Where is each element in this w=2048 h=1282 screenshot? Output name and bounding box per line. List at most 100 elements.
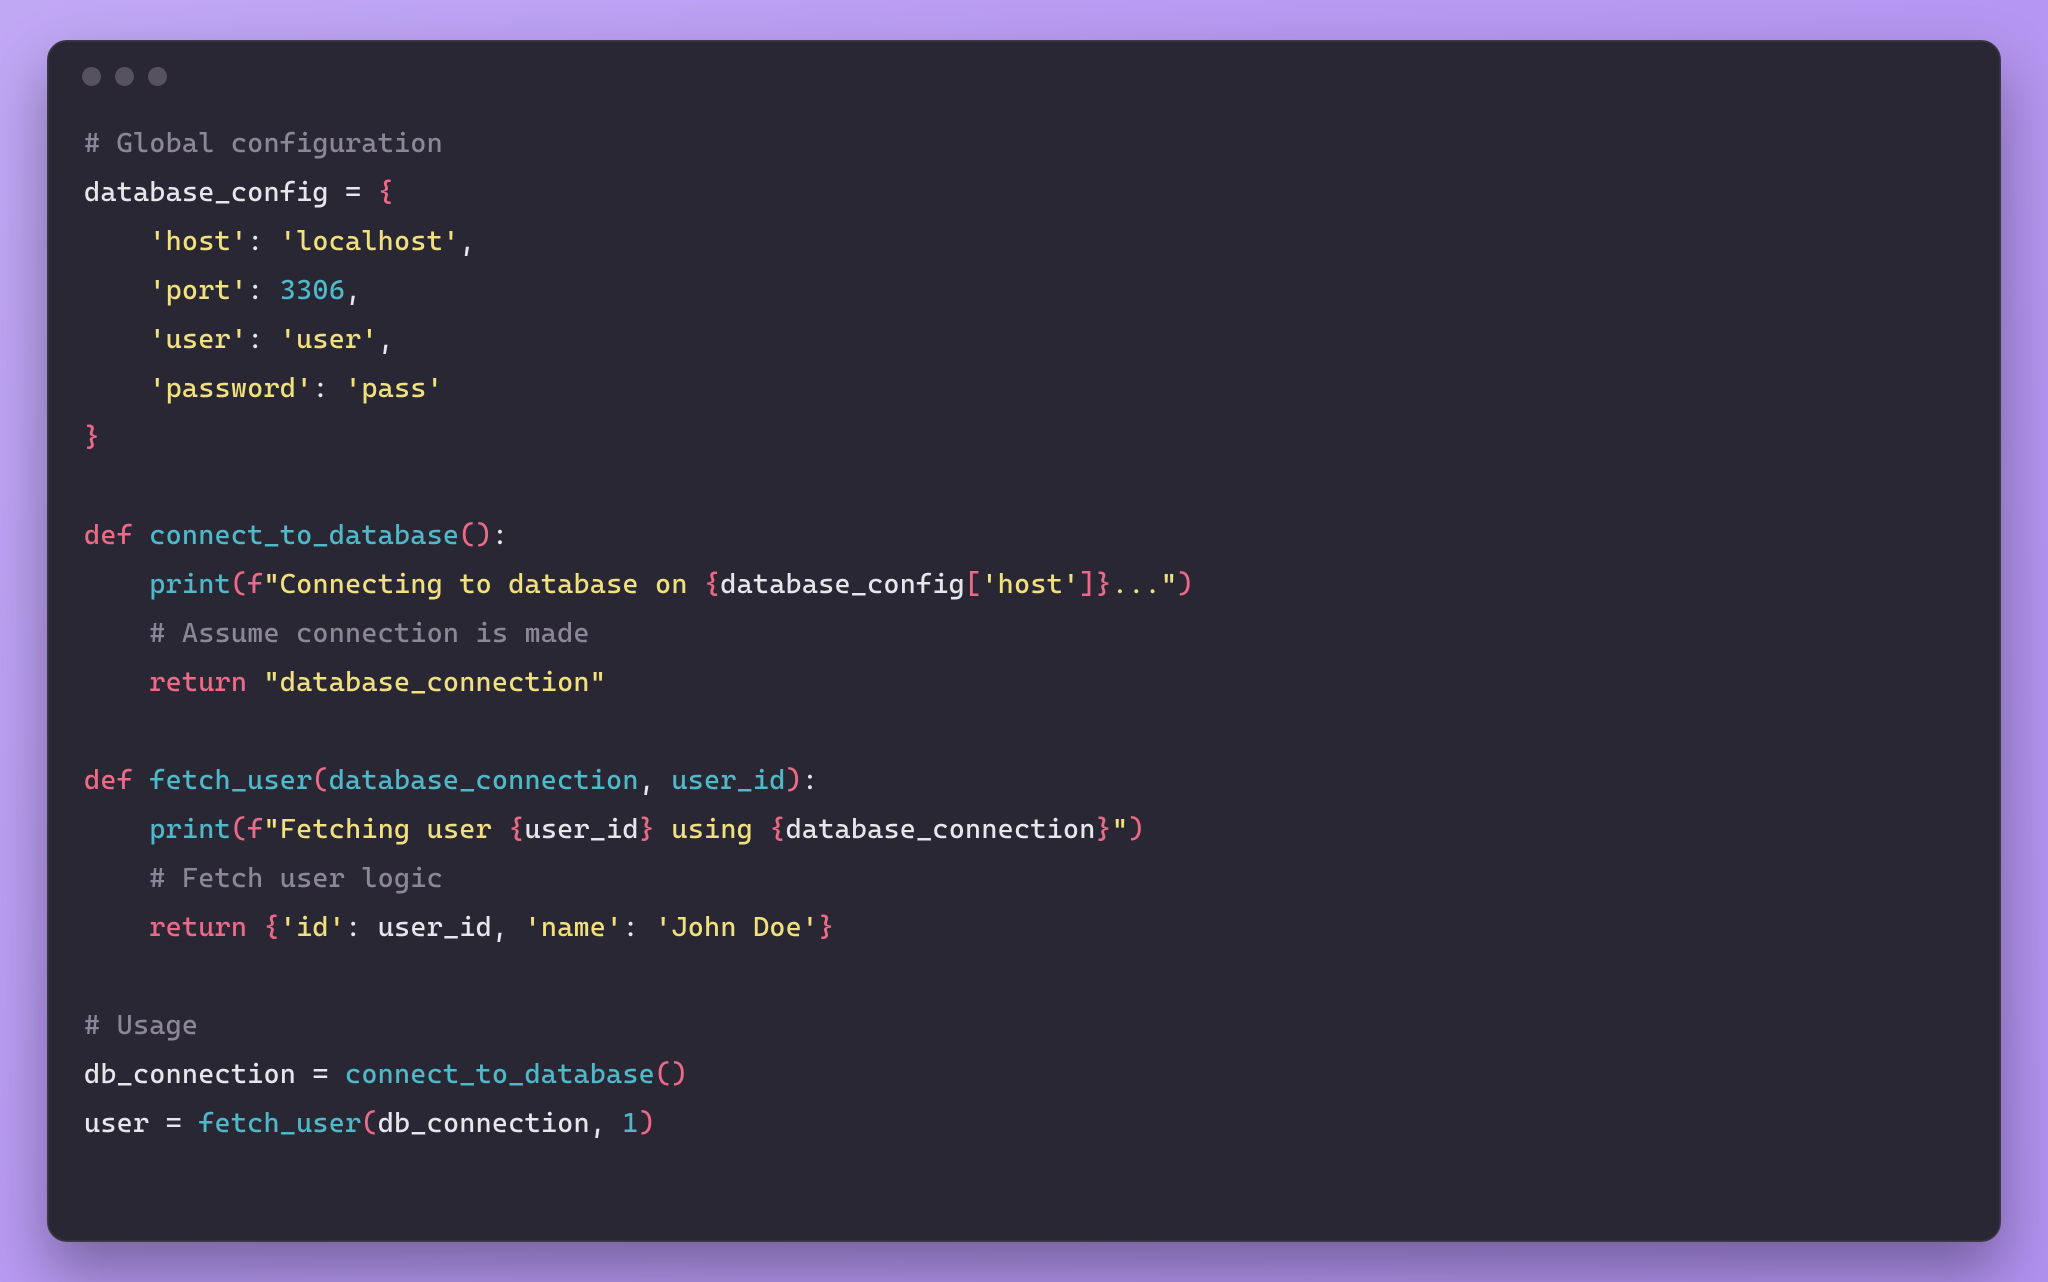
code-token: } [1096, 813, 1112, 845]
code-token: : [622, 911, 655, 943]
code-token: " [1112, 813, 1128, 845]
code-token: ( [231, 813, 247, 845]
code-token: connect_to_database [345, 1058, 655, 1090]
code-token [84, 372, 149, 404]
code-token: database_config [720, 568, 965, 600]
code-line: # Fetch user logic [84, 854, 1964, 903]
code-token [84, 911, 149, 943]
code-token: : [247, 323, 280, 355]
code-token: f [247, 813, 263, 845]
code-token: , [459, 225, 475, 257]
code-token: , [492, 911, 525, 943]
code-token: "Connecting to database on [264, 568, 704, 600]
code-token: : [247, 225, 280, 257]
code-token [84, 862, 149, 894]
code-token: ( [312, 764, 328, 796]
code-token: 'localhost' [280, 225, 459, 257]
code-token: database_config [84, 176, 345, 208]
code-token: return [149, 911, 263, 943]
code-token: db_connection [378, 1107, 590, 1139]
code-line: 'password': 'pass' [84, 364, 1964, 413]
code-token: fetch_user [198, 1107, 361, 1139]
code-token: : [247, 274, 280, 306]
close-icon[interactable] [82, 67, 101, 86]
code-token: print [149, 813, 231, 845]
code-line: database_config = { [84, 168, 1964, 217]
code-line: def fetch_user(database_connection, user… [84, 756, 1964, 805]
code-token: 'password' [149, 372, 312, 404]
code-token: 3306 [280, 274, 345, 306]
code-token: = [345, 176, 378, 208]
code-token: user_id [671, 764, 785, 796]
code-editor[interactable]: # Global configuration database_config = … [48, 111, 2000, 1241]
code-line [84, 952, 1964, 1001]
code-token: [ [965, 568, 981, 600]
code-token: = [166, 1107, 199, 1139]
code-token: 'port' [149, 274, 247, 306]
code-token: database_connection [786, 813, 1096, 845]
code-token: return [149, 666, 263, 698]
code-line: return "database_connection" [84, 658, 1964, 707]
code-token: db_connection [84, 1058, 312, 1090]
code-token: # Assume connection is made [149, 617, 589, 649]
code-token: 1 [622, 1107, 638, 1139]
code-token: 'name' [525, 911, 623, 943]
code-token: # Usage [84, 1009, 198, 1041]
code-token: using [655, 813, 769, 845]
code-token [84, 813, 149, 845]
code-token: user [84, 1107, 166, 1139]
code-token: , [639, 764, 672, 796]
code-token: : [492, 519, 508, 551]
code-line: def connect_to_database(): [84, 511, 1964, 560]
code-token [84, 666, 149, 698]
code-token: { [508, 813, 524, 845]
code-token: } [639, 813, 655, 845]
code-token: f [247, 568, 263, 600]
code-line [84, 462, 1964, 511]
code-token: () [655, 1058, 688, 1090]
code-token: ..." [1112, 568, 1177, 600]
code-token [84, 568, 149, 600]
code-token: 'user' [280, 323, 378, 355]
code-token: def [84, 764, 149, 796]
code-line: return {'id': user_id, 'name': 'John Doe… [84, 903, 1964, 952]
code-line: 'user': 'user', [84, 315, 1964, 364]
code-token: print [149, 568, 231, 600]
code-token [84, 225, 149, 257]
code-token: () [459, 519, 492, 551]
code-line: 'host': 'localhost', [84, 217, 1964, 266]
code-token: ) [639, 1107, 655, 1139]
code-token [84, 323, 149, 355]
code-token [84, 274, 149, 306]
code-token: ) [786, 764, 802, 796]
code-token: } [84, 421, 100, 453]
code-token: 'host' [981, 568, 1079, 600]
code-token: : [802, 764, 818, 796]
code-line: user = fetch_user(db_connection, 1) [84, 1099, 1964, 1148]
code-line: } [84, 413, 1964, 462]
code-line: 'port': 3306, [84, 266, 1964, 315]
code-token: 'host' [149, 225, 247, 257]
code-token: } [1096, 568, 1112, 600]
code-token [84, 617, 149, 649]
code-token: def [84, 519, 149, 551]
code-token: : [312, 372, 345, 404]
minimize-icon[interactable] [115, 67, 134, 86]
window-titlebar [48, 41, 2000, 111]
code-window: # Global configuration database_config = … [47, 40, 2001, 1242]
code-token: , [590, 1107, 623, 1139]
code-token: # Global configuration [84, 127, 443, 159]
code-token: ( [231, 568, 247, 600]
code-token: ( [361, 1107, 377, 1139]
code-line: db_connection = connect_to_database() [84, 1050, 1964, 1099]
code-token: 'id' [280, 911, 345, 943]
maximize-icon[interactable] [148, 67, 167, 86]
code-token: user_id [525, 813, 639, 845]
code-token: = [312, 1058, 345, 1090]
code-token: { [704, 568, 720, 600]
code-line [84, 707, 1964, 756]
code-token: { [378, 176, 394, 208]
code-line: # Usage [84, 1001, 1964, 1050]
code-token: "database_connection" [263, 666, 606, 698]
code-token: ) [1128, 813, 1144, 845]
